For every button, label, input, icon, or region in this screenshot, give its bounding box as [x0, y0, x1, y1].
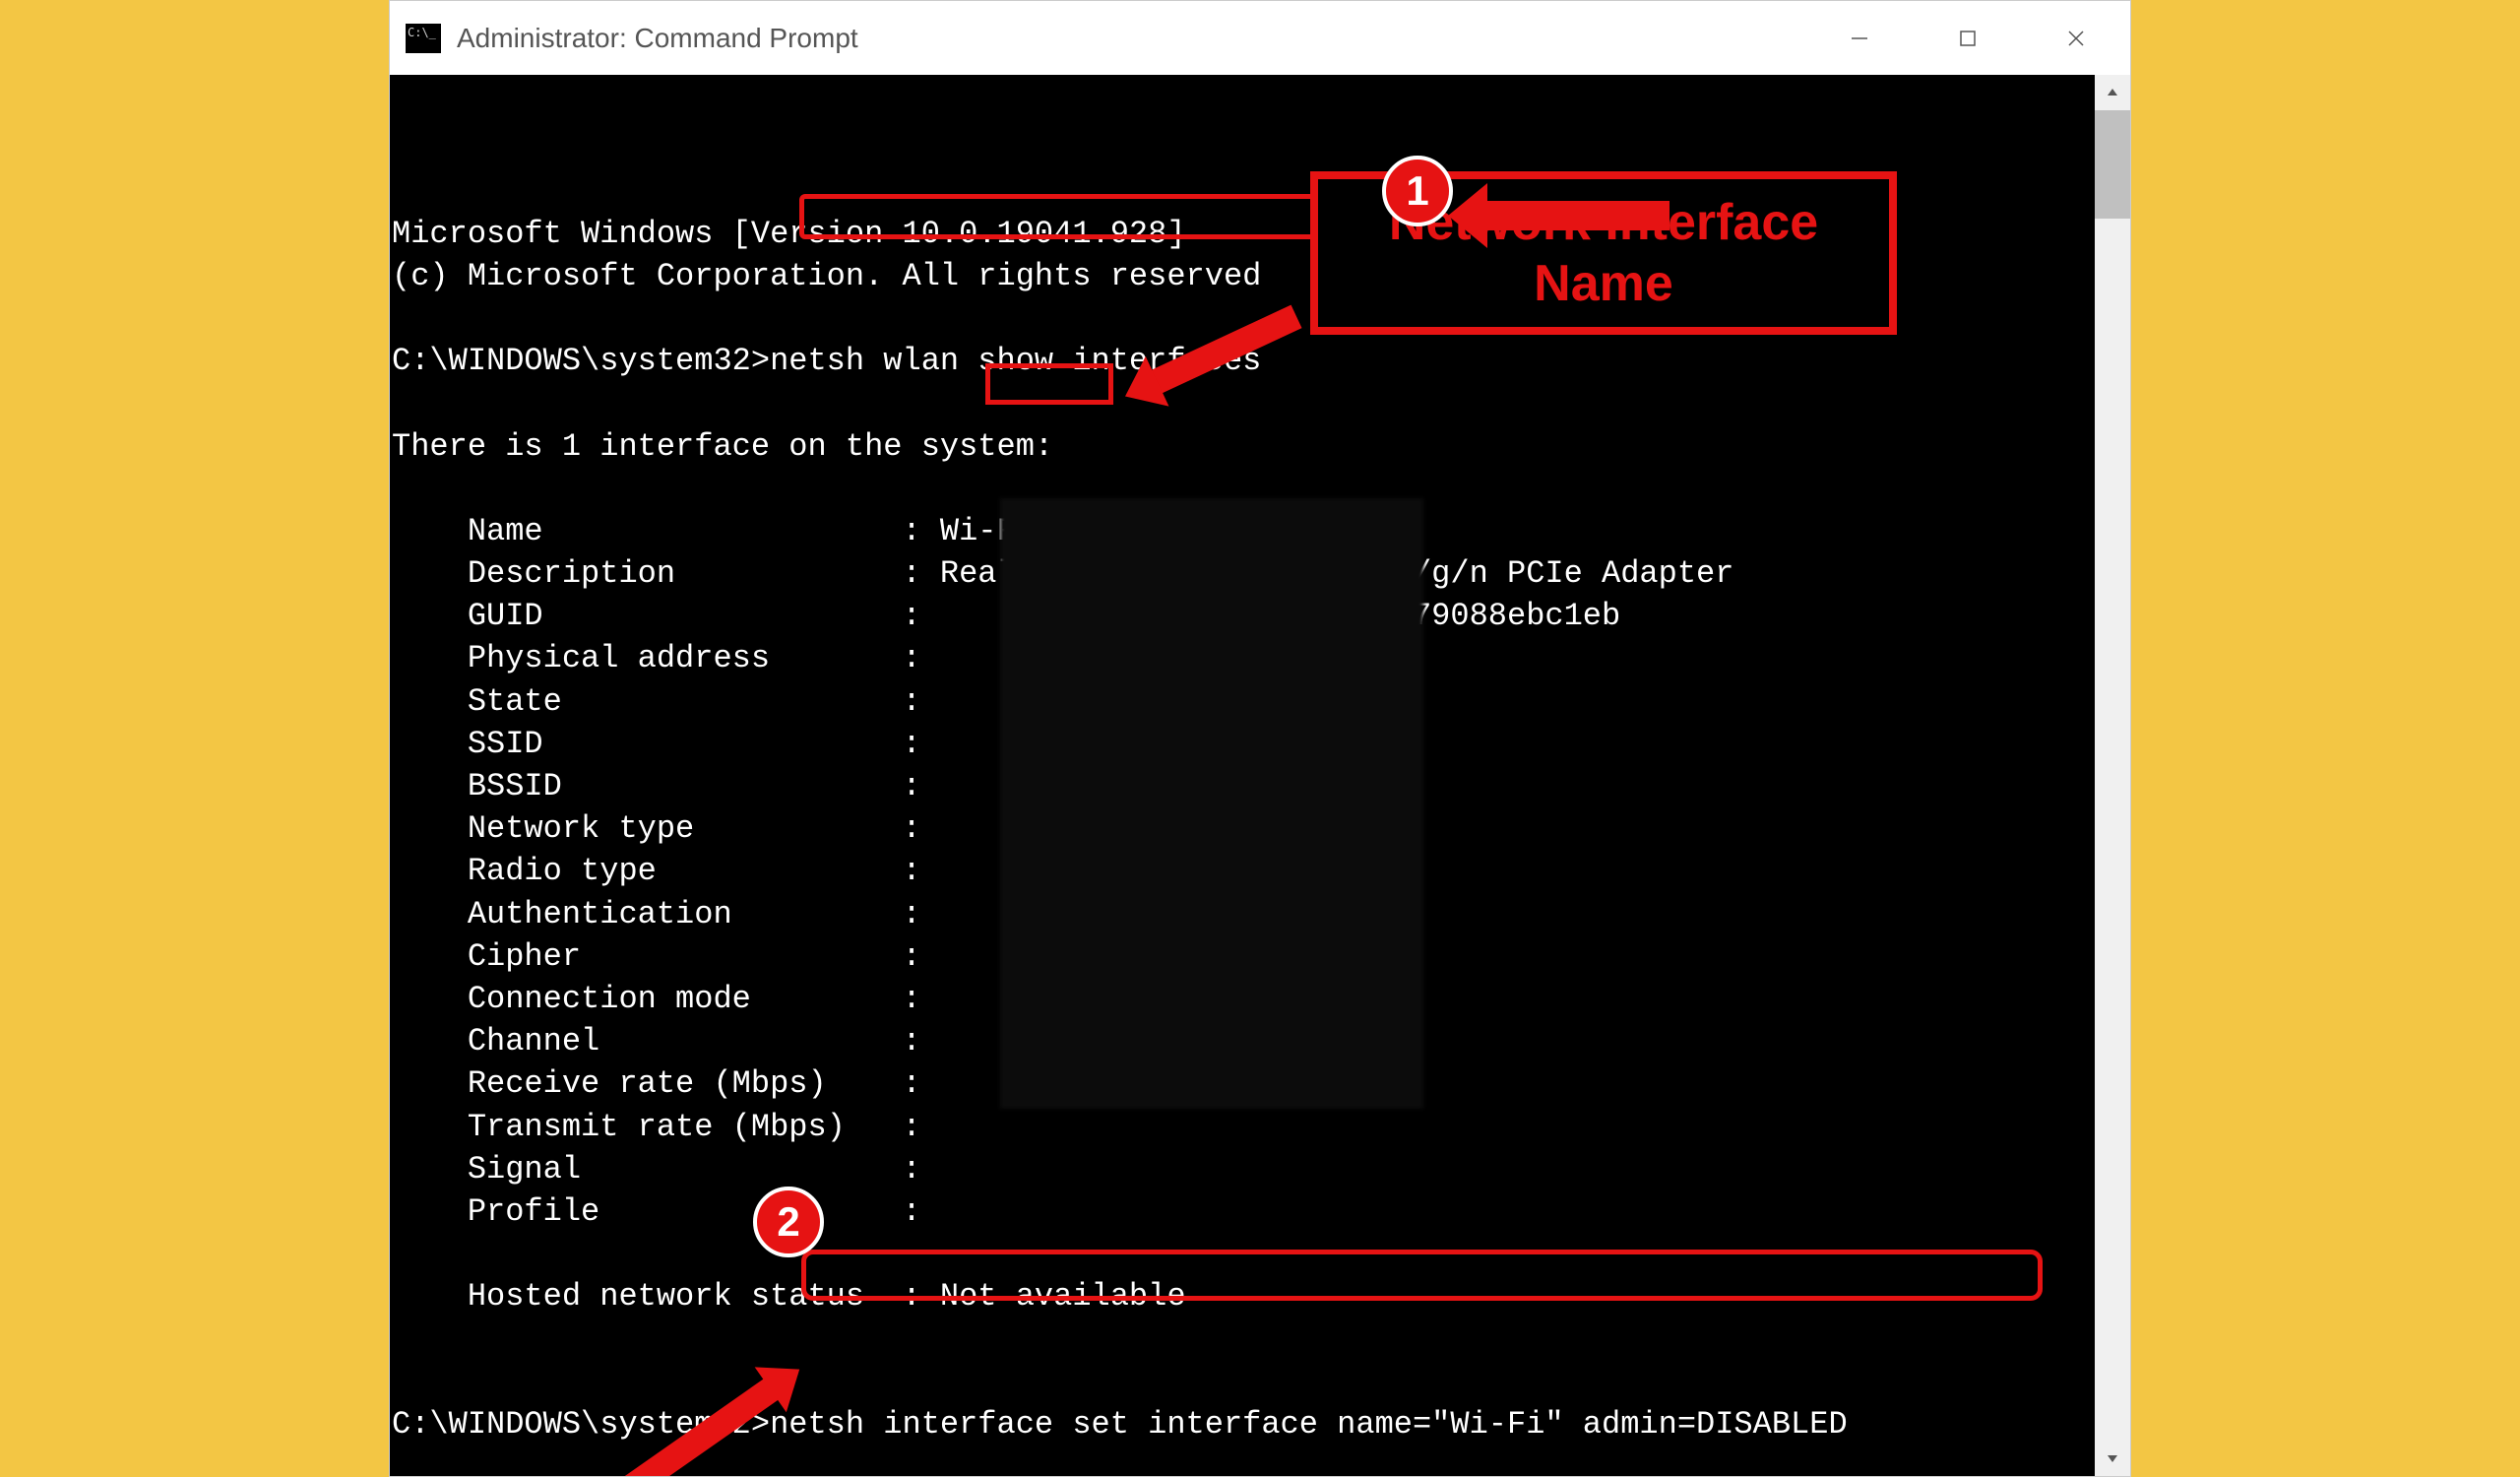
output-line: (c) Microsoft Corporation. All rights re… [392, 258, 1261, 294]
maximize-button[interactable] [1914, 1, 2022, 75]
field-label: Physical address [468, 640, 770, 676]
field-label: Profile [468, 1193, 599, 1230]
redaction-block [1000, 498, 1423, 1109]
arrow-to-command1 [1482, 201, 1670, 230]
callout-number: 2 [777, 1194, 799, 1251]
prompt: C:\WINDOWS\system32> [392, 343, 770, 379]
scrollbar[interactable] [2095, 75, 2130, 1476]
highlight-command2 [801, 1250, 2043, 1301]
field-label: Authentication [468, 896, 732, 932]
close-button[interactable] [2022, 1, 2130, 75]
scroll-up-icon[interactable] [2095, 75, 2130, 110]
callout-circle-2: 2 [753, 1187, 824, 1257]
field-label: GUID [468, 598, 543, 634]
highlight-wifi-name [985, 363, 1113, 405]
titlebar-controls [1805, 1, 2130, 75]
minimize-button[interactable] [1805, 1, 1914, 75]
field-label: Receive rate (Mbps) [468, 1065, 827, 1102]
command-prompt-window: Administrator: Command Prompt Microsoft … [389, 0, 2131, 1477]
scrollbar-thumb[interactable] [2095, 110, 2130, 219]
field-label: Transmit rate (Mbps) [468, 1109, 846, 1145]
titlebar[interactable]: Administrator: Command Prompt [390, 1, 2130, 75]
window-title: Administrator: Command Prompt [457, 23, 858, 54]
field-label: Connection mode [468, 981, 751, 1017]
field-label: Cipher [468, 938, 581, 975]
field-label: Channel [468, 1023, 599, 1060]
field-label: Radio type [468, 853, 657, 889]
field-label: SSID [468, 726, 543, 762]
callout-circle-1: 1 [1382, 156, 1453, 226]
cmd-icon [406, 24, 441, 53]
command-text: netsh interface set interface name="Wi-F… [770, 1406, 1848, 1443]
field-label: BSSID [468, 768, 562, 804]
field-label: State [468, 683, 562, 720]
field-label: Description [468, 555, 675, 592]
highlight-command1 [799, 194, 1390, 239]
callout-number: 1 [1406, 163, 1428, 220]
field-label: Network type [468, 810, 694, 847]
field-label: Name [468, 513, 543, 549]
scroll-down-icon[interactable] [2095, 1441, 2130, 1476]
terminal-pane[interactable]: Microsoft Windows [Version 10.0.19041.92… [390, 75, 2130, 1476]
output-line: There is 1 interface on the system: [392, 428, 1053, 465]
field-label: Signal [468, 1151, 581, 1188]
